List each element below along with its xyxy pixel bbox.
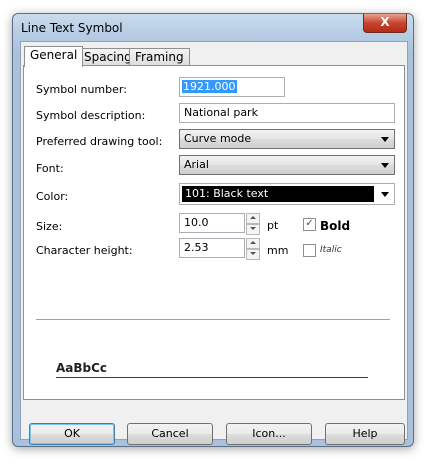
help-button[interactable]: Help	[325, 423, 405, 445]
color-label: Color:	[36, 190, 69, 203]
italic-checkbox[interactable]	[303, 244, 316, 257]
symbol-number-value: 1921.000	[182, 80, 237, 93]
icon-button[interactable]: Icon...	[226, 423, 312, 445]
symbol-description-label: Symbol description:	[36, 109, 146, 122]
chevron-down-icon	[381, 192, 389, 197]
drawing-tool-value: Curve mode	[184, 132, 252, 145]
dialog-client: General Spacing Framing Symbol number: 1…	[20, 41, 408, 445]
symbol-number-field[interactable]: 1921.000	[179, 77, 285, 97]
chevron-down-icon	[381, 163, 389, 168]
italic-label: Italic	[320, 245, 342, 255]
tab-general[interactable]: General	[24, 46, 84, 67]
spin-up-icon[interactable]	[246, 238, 260, 249]
color-value: 101: Black text	[182, 186, 374, 202]
bold-label: Bold	[320, 219, 351, 233]
preview-line	[56, 377, 368, 378]
preview-sample-text: AaBbCc	[56, 361, 108, 375]
chevron-down-icon	[381, 137, 389, 142]
size-spinner[interactable]	[246, 213, 260, 235]
ok-button[interactable]: OK	[29, 423, 115, 445]
char-height-input[interactable]: 2.53	[179, 238, 245, 258]
char-height-unit: mm	[267, 244, 289, 257]
color-dropdown[interactable]: 101: Black text	[179, 183, 395, 205]
close-button[interactable]: X	[363, 14, 407, 33]
font-label: Font:	[36, 162, 64, 175]
spin-down-icon[interactable]	[246, 224, 260, 235]
size-label: Size:	[36, 220, 63, 233]
preview-area: AaBbCc	[36, 319, 390, 430]
window-title: Line Text Symbol	[21, 21, 123, 35]
drawing-tool-dropdown[interactable]: Curve mode	[179, 129, 395, 149]
char-height-spinner[interactable]	[246, 238, 260, 260]
spin-up-icon[interactable]	[246, 213, 260, 224]
drawing-tool-label: Preferred drawing tool:	[36, 135, 163, 148]
font-value: Arial	[184, 158, 209, 171]
dialog-window: Line Text Symbol X General Spacing Frami…	[12, 13, 414, 447]
spin-down-icon[interactable]	[246, 249, 260, 260]
symbol-description-field[interactable]: National park	[179, 103, 395, 123]
symbol-number-label: Symbol number:	[36, 83, 127, 96]
tab-framing[interactable]: Framing	[129, 48, 190, 66]
size-input[interactable]: 10.0	[179, 213, 245, 233]
char-height-label: Character height:	[36, 244, 133, 257]
general-tab-panel: Symbol number: 1921.000 Symbol descripti…	[23, 65, 405, 400]
size-unit: pt	[267, 219, 279, 232]
bold-checkbox[interactable]: ✓	[303, 218, 316, 231]
font-dropdown[interactable]: Arial	[179, 155, 395, 175]
cancel-button[interactable]: Cancel	[127, 423, 213, 445]
